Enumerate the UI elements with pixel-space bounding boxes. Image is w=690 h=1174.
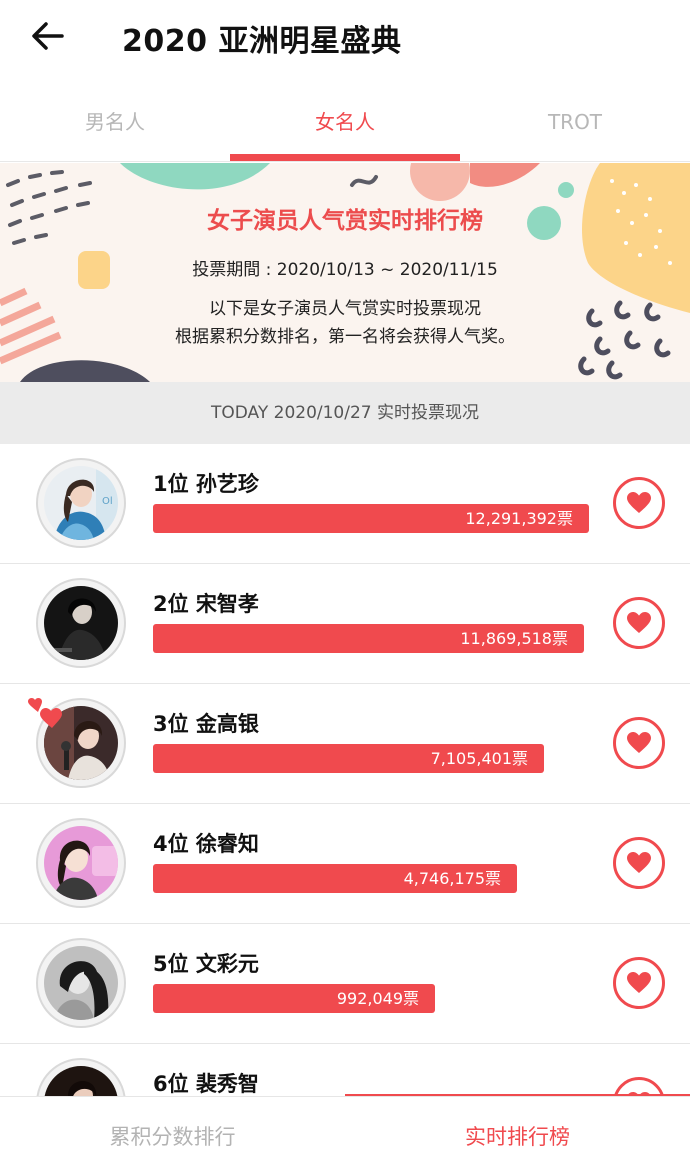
avatar-photo (44, 826, 118, 900)
avatar (36, 1058, 126, 1096)
vote-count: 11,869,518票 (460, 629, 568, 648)
ranking-row: Ol 1位 孙艺珍 12,291,392票 (0, 444, 690, 564)
avatar-photo (44, 1066, 118, 1096)
rank-and-name: 4位 徐睿知 (153, 832, 259, 856)
today-status-bar: TODAY 2020/10/27 实时投票现况 (0, 382, 690, 444)
bottom-navigation: 累积分数排行 实时排行榜 (0, 1096, 690, 1174)
vote-heart-button[interactable] (613, 477, 665, 529)
vote-progress-bar: 7,105,401票 (153, 744, 544, 773)
banner-desc-line-1: 以下是女子演员人气赏实时投票现况 (209, 299, 481, 319)
rank-and-name: 3位 金高银 (153, 712, 259, 736)
ranking-row: 6位 裴秀智 (0, 1044, 690, 1096)
ranking-row: 4位 徐睿知 4,746,175票 (0, 804, 690, 924)
nav-cumulative-ranking[interactable]: 累积分数排行 (0, 1097, 345, 1174)
ranking-row: 2位 宋智孝 11,869,518票 (0, 564, 690, 684)
back-button[interactable] (28, 18, 68, 54)
avatar (36, 578, 126, 668)
category-tabs: 男名人 女名人 TROT (0, 76, 690, 162)
nav-realtime-ranking[interactable]: 实时排行榜 (345, 1097, 690, 1174)
ranking-row: 3位 金高银 7,105,401票 (0, 684, 690, 804)
heart-icon (627, 732, 651, 753)
heart-icon (627, 492, 651, 513)
arrow-left-icon (32, 22, 64, 50)
svg-text:Ol: Ol (102, 496, 113, 507)
vote-progress-bar: 12,291,392票 (153, 504, 589, 533)
vote-heart-button[interactable] (613, 957, 665, 1009)
banner-desc-line-2: 根据累积分数排名，第一名将会获得人气奖。 (175, 327, 515, 347)
vote-progress-bar: 4,746,175票 (153, 864, 517, 893)
vote-progress-bar: 11,869,518票 (153, 624, 584, 653)
avatar-photo (44, 586, 118, 660)
avatar: Ol (36, 458, 126, 548)
app-header: 2020 亚洲明星盛典 (0, 0, 690, 76)
page-title: 2020 亚洲明星盛典 (122, 24, 402, 59)
avatar (36, 818, 126, 908)
avatar (36, 938, 126, 1028)
banner-title: 女子演员人气赏实时排行榜 (207, 208, 483, 234)
event-banner: 女子演员人气赏实时排行榜 投票期間 : 2020/10/13 ~ 2020/11… (0, 163, 690, 382)
floating-hearts-icon (28, 698, 62, 728)
vote-heart-button[interactable] (613, 837, 665, 889)
tab-trot[interactable]: TROT (460, 76, 690, 162)
banner-description: 以下是女子演员人气赏实时投票现况 根据累积分数排名，第一名将会获得人气奖。 (0, 295, 690, 351)
heart-icon (627, 972, 651, 993)
vote-count: 12,291,392票 (465, 509, 573, 528)
ranking-row: 5位 文彩元 992,049票 (0, 924, 690, 1044)
heart-icon (627, 612, 651, 633)
rank-and-name: 5位 文彩元 (153, 952, 259, 976)
rank-and-name: 1位 孙艺珍 (153, 472, 259, 496)
tab-female-celebrities[interactable]: 女名人 (230, 76, 460, 162)
vote-count: 992,049票 (336, 989, 419, 1008)
heart-icon (627, 852, 651, 873)
vote-heart-button[interactable] (613, 717, 665, 769)
vote-progress-bar: 992,049票 (153, 984, 435, 1013)
avatar-photo (44, 946, 118, 1020)
ranking-list: Ol 1位 孙艺珍 12,291,392票 2位 宋智孝 11,869,518票… (0, 444, 690, 1096)
voting-period: 投票期間 : 2020/10/13 ~ 2020/11/15 (192, 260, 498, 280)
vote-count: 4,746,175票 (403, 869, 501, 888)
avatar-photo: Ol (44, 466, 118, 540)
tab-male-celebrities[interactable]: 男名人 (0, 76, 230, 162)
rank-and-name: 2位 宋智孝 (153, 592, 259, 616)
active-tab-indicator (230, 154, 460, 161)
vote-count: 7,105,401票 (430, 749, 528, 768)
vote-heart-button[interactable] (613, 597, 665, 649)
rank-and-name: 6位 裴秀智 (153, 1072, 259, 1096)
